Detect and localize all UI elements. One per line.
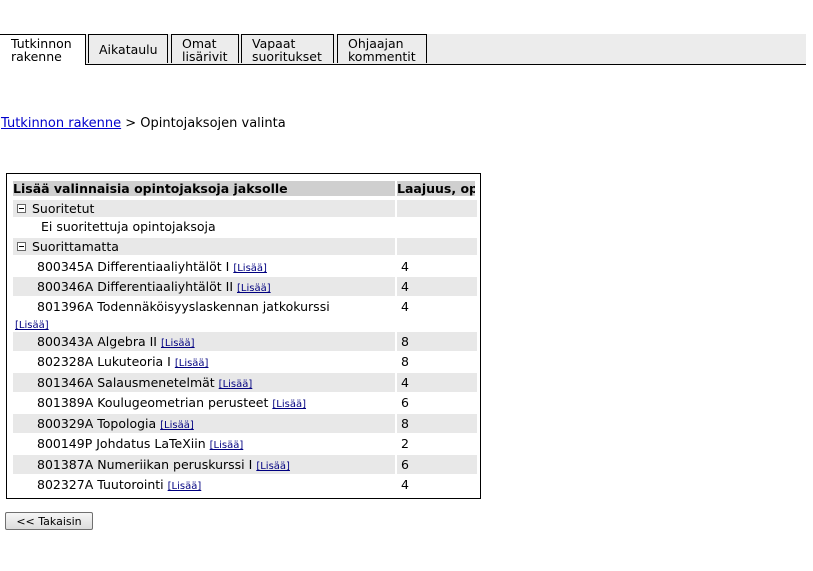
course-name: 800149P Johdatus LaTeXiin	[37, 436, 206, 451]
add-course-link[interactable]: [Lisää]	[168, 481, 202, 492]
course-row: 800329A Topologia [Lisää] 8	[13, 414, 477, 433]
empty-row: Ei suoritettuja opintojaksoja	[13, 218, 475, 236]
back-button[interactable]: << Takaisin	[5, 512, 93, 530]
tab-vapaat-suoritukset[interactable]: Vapaat suoritukset	[241, 34, 334, 63]
course-name: 801387A Numeriikan peruskurssi I	[37, 457, 253, 472]
course-row: 801346A Salausmenetelmät [Lisää] 4	[13, 373, 477, 392]
course-name: 801396A Todennäköisyyslaskennan jatkokur…	[37, 299, 330, 314]
course-row: 802328A Lukuteoria I [Lisää] 8	[13, 352, 475, 371]
add-course-link[interactable]: [Lisää]	[15, 320, 49, 331]
tab-ohjaajan-kommentit[interactable]: Ohjaajan kommentit	[337, 34, 427, 63]
group-row-completed: Suoritetut	[13, 200, 477, 217]
group-label: Suoritetut	[32, 201, 95, 216]
breadcrumb: Tutkinnon rakenne > Opintojaksojen valin…	[1, 116, 286, 131]
course-name: 800329A Topologia	[37, 416, 157, 431]
tab-tutkinnon-rakenne[interactable]: Tutkinnon rakenne	[0, 34, 86, 65]
group-label: Suorittamatta	[32, 239, 119, 254]
course-credits: 4	[401, 259, 409, 274]
column-header-credits: Laajuus, op	[397, 181, 475, 196]
empty-message: Ei suoritettuja opintojaksoja	[41, 219, 216, 234]
course-row: 801396A Todennäköisyyslaskennan jatkokur…	[13, 297, 475, 331]
add-course-link[interactable]: [Lisää]	[237, 283, 271, 294]
tab-omat-lisarivit[interactable]: Omat lisärivit	[171, 34, 239, 63]
course-name: 802328A Lukuteoria I	[37, 354, 171, 369]
course-credits: 2	[401, 436, 409, 451]
course-name: 800343A Algebra II	[37, 334, 157, 349]
tab-label: Omat lisärivit	[182, 36, 228, 64]
add-course-link[interactable]: [Lisää]	[233, 263, 267, 274]
course-name: 800346A Differentiaaliyhtälöt II	[37, 279, 234, 294]
add-course-link[interactable]: [Lisää]	[272, 399, 306, 410]
course-name: 800345A Differentiaaliyhtälöt I	[37, 259, 230, 274]
tab-label: Aikataulu	[99, 42, 158, 57]
collapse-icon[interactable]	[17, 204, 26, 213]
tab-label: Ohjaajan kommentit	[348, 36, 416, 64]
tab-bar: Tutkinnon rakenne Aikataulu Omat lisäriv…	[0, 34, 806, 65]
course-name: 801346A Salausmenetelmät	[37, 375, 215, 390]
course-credits: 4	[401, 477, 409, 492]
add-course-link[interactable]: [Lisää]	[161, 338, 195, 349]
tab-label: Vapaat suoritukset	[252, 36, 322, 64]
course-table: Lisää valinnaisia opintojaksoja jaksolle…	[6, 173, 481, 499]
breadcrumb-link-tutkinnon-rakenne[interactable]: Tutkinnon rakenne	[1, 116, 121, 131]
collapse-icon[interactable]	[17, 242, 26, 251]
breadcrumb-current: Opintojaksojen valinta	[140, 116, 286, 131]
add-course-link[interactable]: [Lisää]	[210, 440, 244, 451]
course-credits: 4	[401, 299, 409, 314]
course-row: 800346A Differentiaaliyhtälöt II [Lisää]…	[13, 277, 477, 296]
course-credits: 8	[401, 334, 409, 349]
add-course-link[interactable]: [Lisää]	[256, 461, 290, 472]
course-row: 800345A Differentiaaliyhtälöt I [Lisää] 4	[13, 257, 475, 276]
course-credits: 8	[401, 354, 409, 369]
course-credits: 4	[401, 375, 409, 390]
add-course-link[interactable]: [Lisää]	[160, 420, 194, 431]
add-course-link[interactable]: [Lisää]	[175, 358, 209, 369]
course-credits: 6	[401, 395, 409, 410]
breadcrumb-separator: >	[125, 116, 137, 131]
course-credits: 6	[401, 457, 409, 472]
tab-label: Tutkinnon rakenne	[11, 36, 72, 64]
add-course-link[interactable]: [Lisää]	[219, 379, 253, 390]
course-name: 801389A Koulugeometrian perusteet	[37, 395, 269, 410]
course-row: 801387A Numeriikan peruskurssi I [Lisää]…	[13, 455, 477, 474]
tab-aikataulu[interactable]: Aikataulu	[88, 34, 168, 63]
column-header-course: Lisää valinnaisia opintojaksoja jaksolle	[13, 181, 395, 196]
course-row: 801389A Koulugeometrian perusteet [Lisää…	[13, 393, 475, 412]
course-row: 800343A Algebra II [Lisää] 8	[13, 332, 477, 351]
course-credits: 4	[401, 279, 409, 294]
course-row: 800149P Johdatus LaTeXiin [Lisää] 2	[13, 434, 475, 453]
course-row: 802327A Tuutorointi [Lisää] 4	[13, 475, 475, 494]
course-name: 802327A Tuutorointi	[37, 477, 164, 492]
group-row-not-completed: Suorittamatta	[13, 238, 477, 255]
course-credits: 8	[401, 416, 409, 431]
